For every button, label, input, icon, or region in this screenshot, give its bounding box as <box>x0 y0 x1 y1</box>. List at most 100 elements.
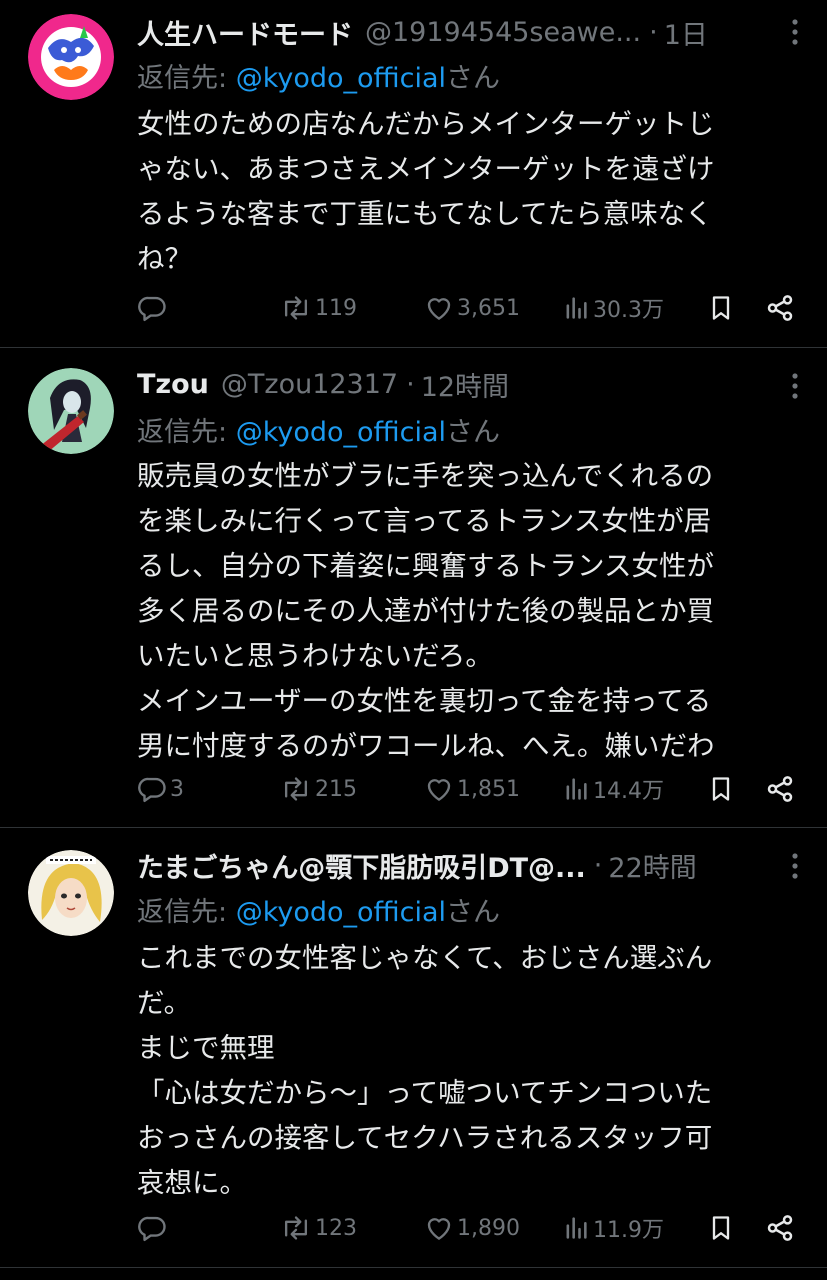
tweet[interactable]: たまごちゃん@顎下脂肪吸引DT@... · 22時間 返信先: @kyodo_o… <box>0 828 827 1268</box>
timestamp[interactable]: 12時間 <box>421 365 509 404</box>
view-count: 11.9万 <box>593 1218 664 1243</box>
view-count: 14.4万 <box>593 779 664 804</box>
tweet-text-line: を楽しみに行くって言ってるトランス女性が居 <box>137 505 712 537</box>
retweet-icon <box>284 296 308 320</box>
heart-icon <box>427 298 451 320</box>
like-button[interactable]: 1,890 <box>424 1208 520 1248</box>
views-button[interactable]: 11.9万 <box>562 1208 664 1248</box>
action-bar: 123 1,890 11.9万 <box>137 1208 809 1248</box>
reply-button[interactable]: 3 <box>137 769 184 809</box>
display-name[interactable]: Tzou <box>137 369 209 400</box>
tweet-text-line: 哀想に。 <box>137 1167 247 1199</box>
avatar-logo-icon[interactable] <box>28 14 114 100</box>
share-icon <box>767 295 793 321</box>
heart-icon <box>427 779 451 801</box>
retweet-count: 215 <box>315 776 357 802</box>
bookmark-button[interactable] <box>707 769 735 809</box>
tweet-text-line: おっさんの接客してセクハラされるスタッフ可 <box>137 1122 713 1154</box>
reply-suffix: さん <box>446 63 501 94</box>
timestamp[interactable]: 22時間 <box>608 846 696 885</box>
views-button[interactable]: 14.4万 <box>562 769 664 809</box>
tweet-text-line: メインユーザーの女性を裏切って金を持ってる <box>137 685 712 717</box>
reply-mention-link[interactable]: @kyodo_official <box>236 63 446 94</box>
tweet-text-line: いたいと思うわけないだろ。 <box>137 640 493 672</box>
retweet-button[interactable]: 215 <box>280 769 357 809</box>
reply-button[interactable] <box>137 1208 167 1248</box>
like-count: 1,851 <box>457 776 520 802</box>
display-name[interactable]: たまごちゃん@顎下脂肪吸引DT@... <box>137 846 586 885</box>
separator-dot: · <box>593 849 603 881</box>
reply-to-line: 返信先: @kyodo_officialさん <box>137 890 500 929</box>
reply-icon <box>138 777 166 803</box>
timestamp[interactable]: 1日 <box>664 13 708 52</box>
bookmark-icon <box>712 1216 730 1240</box>
display-name[interactable]: 人生ハードモード <box>137 13 353 52</box>
tweet-header: Tzou @Tzou12317 · 12時間 <box>137 364 807 404</box>
tweet-text-line: るような客まで丁重にもてなしてたら意味なく <box>137 198 713 230</box>
tweet[interactable]: Tzou @Tzou12317 · 12時間 返信先: @kyodo_offic… <box>0 348 827 828</box>
share-icon <box>767 776 793 802</box>
views-icon <box>566 297 587 319</box>
tweet-text-line: まじで無理 <box>137 1032 275 1064</box>
tweet-text-line: だ。 <box>137 987 192 1019</box>
tweet-text-line: 女性のための店なんだからメインターゲットじ <box>137 108 715 140</box>
bookmark-button[interactable] <box>707 288 735 328</box>
retweet-icon <box>284 777 308 801</box>
tweet-text-line: 販売員の女性がブラに手を突っ込んでくれるの <box>137 460 714 492</box>
reply-mention-link[interactable]: @kyodo_official <box>236 897 446 928</box>
reply-suffix: さん <box>446 897 501 928</box>
avatar-character-icon[interactable] <box>28 368 114 454</box>
separator-dot: · <box>406 368 415 400</box>
tweet-text-line: ね？ <box>137 243 192 275</box>
reply-icon <box>138 296 166 322</box>
tweet-text-line: これまでの女性客じゃなくて、おじさん選ぶん <box>137 942 713 974</box>
retweet-count: 119 <box>315 295 357 321</box>
tweet-text: 販売員の女性がブラに手を突っ込んでくれるの を楽しみに行くって言ってるトランス女… <box>137 454 809 769</box>
user-handle[interactable]: @Tzou12317 <box>221 369 398 400</box>
like-count: 1,890 <box>457 1215 520 1241</box>
more-options-icon[interactable] <box>783 848 807 884</box>
retweet-button[interactable]: 119 <box>280 288 357 328</box>
share-icon <box>767 1215 793 1241</box>
heart-icon <box>427 1218 451 1240</box>
tweet-text-line: ゃない、あまつさえメインターゲットを遠ざけ <box>137 153 715 185</box>
reply-mention-link[interactable]: @kyodo_official <box>236 417 446 448</box>
like-button[interactable]: 1,851 <box>424 769 520 809</box>
view-count: 30.3万 <box>593 298 664 323</box>
retweet-icon <box>284 1216 308 1240</box>
tweet[interactable]: 人生ハードモード @19194545seawe... · 1日 返信先: @ky… <box>0 0 827 348</box>
tweet-text-line: 「心は女だから〜」って嘘ついてチンコついた <box>137 1077 713 1109</box>
share-button[interactable] <box>765 1208 795 1248</box>
like-count: 3,651 <box>457 295 520 321</box>
user-handle[interactable]: @19194545seawe... <box>365 17 641 48</box>
action-bar: 119 3,651 30.3万 <box>137 288 809 328</box>
more-options-icon[interactable] <box>783 368 807 404</box>
more-options-icon[interactable] <box>783 14 807 50</box>
tweet-text-line: 多く居るのにその人達が付けた後の製品とか買 <box>137 595 714 627</box>
bookmark-button[interactable] <box>707 1208 735 1248</box>
action-bar: 3 215 1,851 14.4万 <box>137 769 809 809</box>
reply-to-line: 返信先: @kyodo_officialさん <box>137 410 500 449</box>
reply-icon <box>138 1216 166 1242</box>
tweet-text: これまでの女性客じゃなくて、おじさん選ぶん だ。 まじで無理 「心は女だから〜」… <box>137 936 809 1206</box>
tweet-text: 女性のための店なんだからメインターゲットじ ゃない、あまつさえメインターゲットを… <box>137 102 809 282</box>
reply-button[interactable] <box>137 288 167 328</box>
views-icon <box>566 778 587 800</box>
share-button[interactable] <box>765 288 795 328</box>
like-button[interactable]: 3,651 <box>424 288 520 328</box>
separator-dot: · <box>649 16 658 48</box>
views-button[interactable]: 30.3万 <box>562 288 664 328</box>
share-button[interactable] <box>765 769 795 809</box>
reply-prefix: 返信先: <box>137 897 236 928</box>
reply-to-line: 返信先: @kyodo_officialさん <box>137 56 500 95</box>
retweet-button[interactable]: 123 <box>280 1208 357 1248</box>
reply-suffix: さん <box>446 417 501 448</box>
avatar-anime-girl-icon[interactable] <box>28 850 114 936</box>
reply-count: 3 <box>170 776 184 802</box>
tweet-header: たまごちゃん@顎下脂肪吸引DT@... · 22時間 <box>137 845 807 885</box>
reply-prefix: 返信先: <box>137 417 236 448</box>
tweet-text-line: 男に忖度するのがワコールね、へえ。嫌いだわ <box>137 730 715 762</box>
tweet-header: 人生ハードモード @19194545seawe... · 1日 <box>137 12 807 52</box>
bookmark-icon <box>712 777 730 801</box>
views-icon <box>566 1217 587 1239</box>
